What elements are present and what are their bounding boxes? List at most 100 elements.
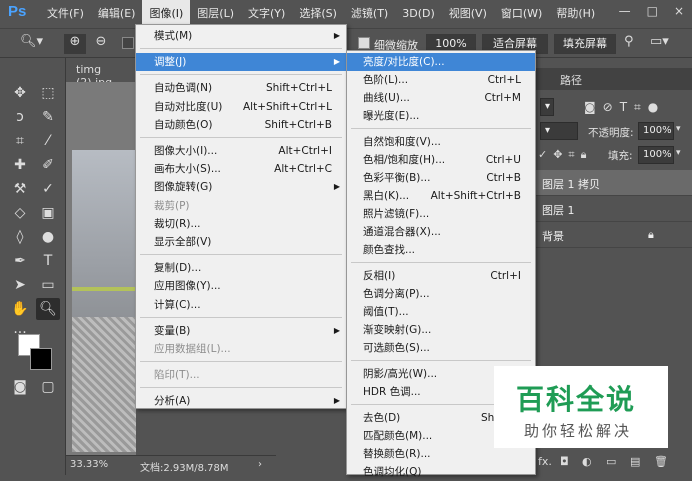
document-tab[interactable]: timg (2).jpg (66, 58, 136, 89)
image-menu-item[interactable]: 画布大小(S)... Alt+Ctrl+C (136, 160, 346, 178)
type-tool-icon[interactable]: T (36, 250, 60, 272)
hand-tool-icon[interactable]: ✋ (8, 298, 32, 320)
scrubby-zoom-checkbox[interactable] (358, 37, 370, 49)
status-arrow-icon[interactable]: › (258, 459, 262, 470)
menu-3d[interactable]: 3D(D) (395, 0, 442, 28)
layer-row[interactable]: 图层 1 拷贝 (536, 170, 692, 196)
image-menu-item[interactable]: 模式(M) ▶ (136, 27, 346, 45)
fx-icon[interactable]: fx. (538, 455, 552, 468)
lasso-tool-icon[interactable]: ↄ (8, 106, 32, 128)
quick-mask-icon[interactable]: ◙ (8, 376, 32, 398)
image-menu-item-label: 复制(D)... (154, 262, 202, 275)
image-menu-item[interactable]: 图像大小(I)... Alt+Ctrl+I (136, 142, 346, 160)
adjust-menu-item[interactable]: 色调均化(Q) (347, 463, 535, 481)
adjust-menu-item[interactable]: 可选颜色(S)... (347, 339, 535, 357)
adjust-menu-item[interactable]: 反相(I) Ctrl+I (347, 267, 535, 285)
screen-mode-icon[interactable]: ▢ (36, 376, 60, 398)
tab-paths[interactable]: 路径 (560, 72, 582, 88)
adjust-menu-item-label: 照片滤镜(F)... (363, 208, 430, 220)
history-brush-icon[interactable]: ✓ (36, 178, 60, 200)
adjust-menu-item[interactable]: 色相/饱和度(H)... Ctrl+U (347, 151, 535, 169)
adjust-menu-item[interactable]: 阈值(T)... (347, 303, 535, 321)
fill-screen-button[interactable]: 填充屏幕 (554, 34, 616, 54)
crop-tool-icon[interactable]: ⌗ (8, 130, 32, 152)
eyedropper-tool-icon[interactable]: ⁄ (36, 130, 60, 152)
zoom-tool-icon[interactable]: 🔍︎ (36, 298, 60, 320)
marquee-tool-icon[interactable]: ⬚ (36, 82, 60, 104)
zoom-out-icon[interactable]: ⊖ (90, 34, 112, 54)
layer-row[interactable]: 背景 🔒︎ (536, 222, 692, 248)
image-menu-item[interactable]: 复制(D)... (136, 259, 346, 277)
healing-brush-icon[interactable]: ✚ (8, 154, 32, 176)
eraser-tool-icon[interactable]: ◇ (8, 202, 32, 224)
quick-select-tool-icon[interactable]: ✎ (36, 106, 60, 128)
image-menu-item[interactable]: 调整(J) ▶ (136, 53, 346, 72)
image-menu-item[interactable]: 应用图像(Y)... (136, 277, 346, 295)
move-tool-icon[interactable]: ✥ (8, 82, 32, 104)
menu-help[interactable]: 帮助(H) (549, 0, 602, 28)
zoom-tool-preset-icon[interactable]: 🔍︎▾ (20, 34, 43, 54)
brush-tool-icon[interactable]: ✐ (36, 154, 60, 176)
new-layer-icon[interactable]: ▤ (630, 455, 640, 468)
adjust-menu-item[interactable]: 曝光度(E)... (347, 107, 535, 125)
image-menu-item[interactable]: 显示全部(V) (136, 233, 346, 251)
image-menu-item[interactable]: 分析(A) ▶ (136, 392, 346, 410)
blur-tool-icon[interactable]: ◊ (8, 226, 32, 248)
fill-input[interactable]: 100% (638, 146, 674, 164)
group-icon[interactable]: ▭ (606, 455, 616, 468)
document-canvas[interactable] (66, 82, 136, 455)
image-menu-item[interactable]: 图像旋转(G) ▶ (136, 178, 346, 196)
pen-tool-icon[interactable]: ✒ (8, 250, 32, 272)
adjust-menu-item[interactable]: 黑白(K)... Alt+Shift+Ctrl+B (347, 187, 535, 205)
mask-icon[interactable]: ◘ (560, 455, 569, 468)
blend-mode-select[interactable]: ▾ (540, 122, 578, 140)
opacity-input[interactable]: 100% (638, 122, 674, 140)
zoom-in-icon[interactable]: ⊕ (64, 34, 86, 54)
layer-row[interactable]: 图层 1 (536, 196, 692, 222)
menu-window[interactable]: 窗口(W) (494, 0, 549, 28)
image-menu-item[interactable]: 自动色调(N) Shift+Ctrl+L (136, 79, 346, 97)
resize-windows-checkbox[interactable] (122, 37, 134, 49)
fill-dropdown-icon[interactable]: ▾ (676, 148, 681, 158)
dodge-tool-icon[interactable]: ● (36, 226, 60, 248)
layer-filter-select[interactable]: ▾ (540, 98, 554, 116)
workspace-icon[interactable]: ▭▾ (650, 34, 669, 54)
adjust-menu-item[interactable]: 曲线(U)... Ctrl+M (347, 89, 535, 107)
close-icon[interactable]: × (674, 4, 684, 18)
image-menu-item[interactable]: 自动对比度(U) Alt+Shift+Ctrl+L (136, 98, 346, 116)
adjust-menu-item[interactable]: 通道混合器(X)... (347, 223, 535, 241)
adjust-menu-item[interactable]: 色调分离(P)... (347, 285, 535, 303)
watermark-subtitle: 助你轻松解决 (524, 422, 633, 440)
path-select-icon[interactable]: ➤ (8, 274, 32, 296)
rectangle-tool-icon[interactable]: ▭ (36, 274, 60, 296)
image-menu-item[interactable]: 变量(B) ▶ (136, 322, 346, 340)
minimize-icon[interactable]: — (619, 4, 631, 18)
gradient-tool-icon[interactable]: ▣ (36, 202, 60, 224)
adjust-menu-item[interactable]: 颜色查找... (347, 241, 535, 259)
menu-file[interactable]: 文件(F) (40, 0, 91, 28)
search-icon[interactable]: ⚲ (624, 34, 634, 54)
delete-layer-icon[interactable]: 🗑︎ (654, 455, 668, 468)
adjust-menu-item[interactable]: 亮度/对比度(C)... (347, 53, 535, 71)
menu-filter[interactable]: 滤镜(T) (344, 0, 395, 28)
adjust-menu-item[interactable]: 自然饱和度(V)... (347, 133, 535, 151)
image-menu-item[interactable]: 计算(C)... (136, 296, 346, 314)
image-menu-item[interactable]: 自动颜色(O) Shift+Ctrl+B (136, 116, 346, 134)
background-color-swatch[interactable] (30, 348, 52, 370)
adjust-menu-item[interactable]: 色彩平衡(B)... Ctrl+B (347, 169, 535, 187)
clone-stamp-icon[interactable]: ⚒ (8, 178, 32, 200)
layer-filter-icons[interactable]: ◙⊘T⌗● (584, 100, 665, 115)
maximize-icon[interactable]: □ (647, 4, 658, 18)
opacity-dropdown-icon[interactable]: ▾ (676, 124, 681, 134)
adjust-menu-item-label: 反相(I) (363, 270, 396, 282)
zoom-level[interactable]: 33.33% (70, 459, 108, 470)
lock-icons[interactable]: ✓✥⌗🔒︎ (538, 148, 592, 162)
adjust-menu-item-label: 色彩平衡(B)... (363, 172, 431, 184)
image-menu-item[interactable]: 裁切(R)... (136, 215, 346, 233)
adjustment-layer-icon[interactable]: ◐ (582, 455, 592, 468)
adjust-menu-item[interactable]: 色阶(L)... Ctrl+L (347, 71, 535, 89)
adjust-menu-item[interactable]: 渐变映射(G)... (347, 321, 535, 339)
adjust-menu-item-label: 颜色查找... (363, 244, 416, 256)
menu-view[interactable]: 视图(V) (442, 0, 494, 28)
adjust-menu-item[interactable]: 照片滤镜(F)... (347, 205, 535, 223)
